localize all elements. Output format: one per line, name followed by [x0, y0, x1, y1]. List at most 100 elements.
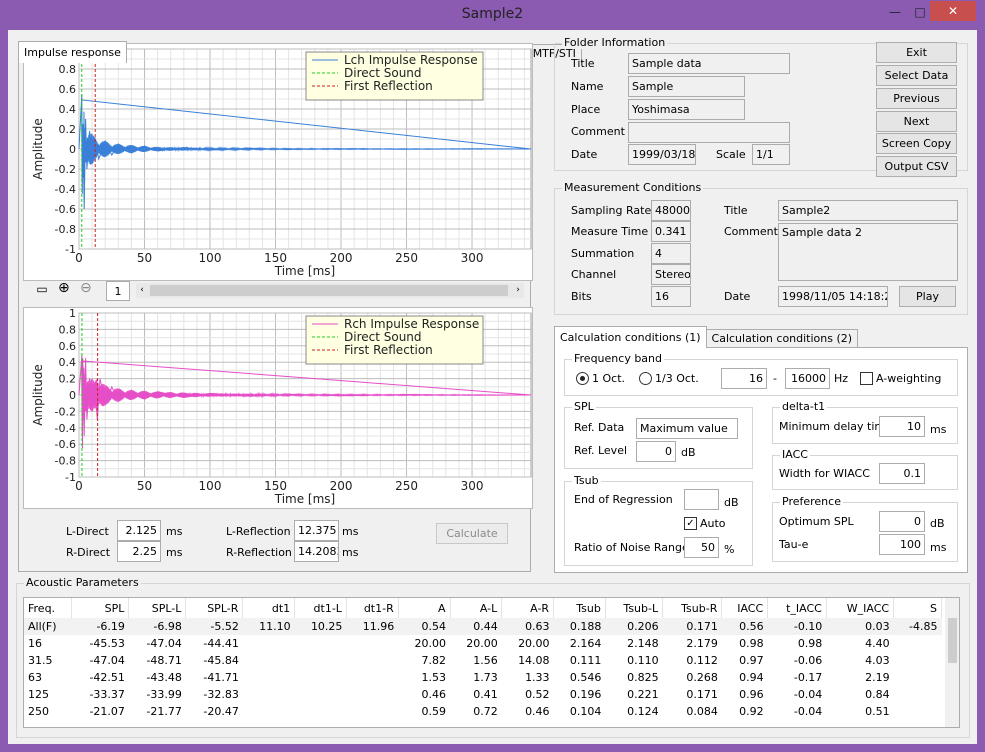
auto-checkbox[interactable]: ✓	[684, 517, 697, 530]
acoustic-table[interactable]: Freq. SPL SPL-L SPL-R dt1 dt1-L dt1-R A A-L A-R Ts…	[23, 597, 960, 728]
minimize-button[interactable]: —	[881, 2, 909, 24]
table-cell: 11.10	[242, 618, 295, 635]
title-bar: Sample2 — □ ✕	[0, 0, 985, 30]
meas-title-field[interactable]: Sample2	[778, 200, 958, 221]
column-header[interactable]: IACC	[721, 598, 769, 618]
folder-title-field[interactable]: Sample data	[628, 53, 790, 74]
output-csv-button[interactable]: Output CSV	[876, 156, 957, 177]
table-row[interactable]: All(F) -6.19 -6.98 -5.52 11.10 10.25 11.96 0.54…	[24, 618, 942, 635]
previous-button[interactable]: Previous	[876, 88, 957, 109]
column-header[interactable]: A-L	[450, 598, 503, 618]
folder-scale-field[interactable]: 1/1	[752, 144, 790, 165]
table-row[interactable]: 125 -33.37 -33.99 -32.83 0.46 0.41 0.52 0.196 0.…	[24, 686, 942, 703]
folder-name-field[interactable]: Sample	[628, 76, 745, 97]
vertical-scroll-thumb[interactable]	[948, 618, 957, 663]
column-header[interactable]: t_IACC	[767, 598, 827, 618]
column-header[interactable]: dt1	[242, 598, 296, 618]
calculate-button[interactable]: Calculate	[436, 523, 508, 544]
wiacc-input[interactable]: 0.1	[879, 463, 925, 484]
column-header[interactable]: SPL-L	[128, 598, 187, 618]
page-input[interactable]: 1	[106, 281, 130, 301]
column-header[interactable]: dt1-R	[346, 598, 399, 618]
folder-place-field[interactable]: Yoshimasa	[628, 99, 745, 120]
frequency-band-title: Frequency band	[572, 352, 664, 365]
next-button[interactable]: Next	[876, 111, 957, 132]
x-tick-label: 150	[264, 479, 287, 493]
select-data-button[interactable]: Select Data	[876, 65, 957, 86]
zoom-in-icon[interactable]: ⊕	[58, 280, 74, 296]
end-regression-input[interactable]	[684, 489, 719, 510]
table-cell	[295, 669, 347, 686]
r-direct-field[interactable]: 2.25	[117, 541, 161, 562]
folder-date-field[interactable]: 1999/03/18	[628, 144, 696, 165]
table-cell: 0.56	[721, 618, 768, 635]
folder-name-label: Name	[571, 80, 604, 93]
scroll-left-icon[interactable]: ‹	[136, 283, 148, 298]
y-axis-label: Amplitude	[31, 364, 45, 426]
table-cell: -45.53	[89, 637, 125, 650]
table-cell: -42.51	[89, 671, 125, 684]
table-cell: 0.46	[525, 705, 550, 718]
close-button[interactable]: ✕	[930, 1, 976, 21]
column-header[interactable]: SPL-R	[185, 598, 244, 618]
meas-date-field[interactable]: 1998/11/05 14:18:21	[778, 286, 888, 307]
table-row[interactable]: 63 -42.51 -43.48 -41.71 1.53 1.73 1.33 0.546 0.8…	[24, 669, 942, 686]
zoom-out-icon[interactable]: ⊖	[80, 280, 96, 296]
tab-calc-conditions-1[interactable]: Calculation conditions (1)	[554, 326, 707, 348]
column-header[interactable]: Tsub-L	[605, 598, 664, 618]
freq-low-input[interactable]: 16	[721, 368, 767, 389]
column-header[interactable]: Freq.	[24, 598, 73, 618]
a-weighting-checkbox[interactable]	[860, 372, 873, 385]
r-reflection-field[interactable]: 14.2083	[294, 541, 339, 562]
scroll-right-icon[interactable]: ›	[512, 283, 524, 298]
tsub-title: Tsub	[572, 474, 601, 487]
third-oct-radio[interactable]	[639, 372, 652, 385]
table-cell: 0.51	[865, 705, 890, 718]
meas-comment-field[interactable]: Sample data 2	[778, 223, 958, 281]
legend-label: Direct Sound	[344, 330, 422, 344]
column-header[interactable]: SPL	[71, 598, 130, 618]
table-row[interactable]: 31.5 -47.04 -48.71 -45.84 7.82 1.56 14.08 0.111…	[24, 652, 942, 669]
vertical-scrollbar[interactable]	[945, 598, 959, 727]
l-reflection-field[interactable]: 12.375	[294, 520, 339, 541]
ref-data-input[interactable]: Maximum value	[636, 418, 738, 439]
tau-e-input[interactable]: 100	[879, 534, 925, 555]
table-cell: 0.84	[865, 688, 890, 701]
third-oct-label: 1/3 Oct.	[655, 372, 699, 385]
ref-level-input[interactable]: 0	[636, 441, 676, 462]
column-header[interactable]: Tsub	[553, 598, 606, 618]
exit-button[interactable]: Exit	[876, 42, 957, 63]
column-header[interactable]: A	[398, 598, 451, 618]
tab-calc-conditions-2[interactable]: Calculation conditions (2)	[705, 329, 859, 348]
column-header[interactable]: A-R	[501, 598, 555, 618]
optimum-spl-input[interactable]: 0	[879, 511, 925, 532]
measure-time-field[interactable]: 0.341	[651, 221, 691, 242]
screen-copy-button[interactable]: Screen Copy	[876, 133, 957, 154]
table-row[interactable]: 250 -21.07 -21.77 -20.47 0.59 0.72 0.46 0.104 0.…	[24, 703, 942, 720]
bits-field[interactable]: 16	[651, 286, 691, 307]
column-header[interactable]: dt1-L	[294, 598, 347, 618]
table-row[interactable]: 16 -45.53 -47.04 -44.41 20.00 20.00 20.00 2.164…	[24, 635, 942, 652]
min-delay-label: Minimum delay time	[779, 420, 892, 433]
folder-comment-field[interactable]	[628, 122, 790, 143]
channel-field[interactable]: Stereo	[651, 264, 691, 285]
table-cell: 0.188	[553, 618, 606, 635]
l-direct-field[interactable]: 2.125	[117, 520, 161, 541]
scroll-thumb[interactable]	[150, 285, 508, 296]
horizontal-scrollbar[interactable]: ‹ ›	[136, 283, 524, 298]
play-button[interactable]: Play	[899, 286, 956, 307]
column-header[interactable]: W_IACC	[826, 598, 895, 618]
table-cell: 2.179	[686, 637, 718, 650]
table-cell: 0.94	[739, 671, 764, 684]
noise-range-input[interactable]: 50	[684, 537, 719, 558]
oct-radio[interactable]	[576, 372, 589, 385]
tab-impulse-response[interactable]: Impulse response	[18, 41, 127, 63]
min-delay-input[interactable]: 10	[879, 416, 925, 437]
fit-icon[interactable]: ▭	[34, 282, 50, 298]
sampling-rate-field[interactable]: 48000	[651, 200, 691, 221]
summation-field[interactable]: 4	[651, 243, 691, 264]
table-cell: 31.5	[28, 654, 53, 667]
column-header[interactable]: S	[893, 598, 942, 618]
freq-high-input[interactable]: 16000	[785, 368, 830, 389]
column-header[interactable]: Tsub-R	[662, 598, 723, 618]
